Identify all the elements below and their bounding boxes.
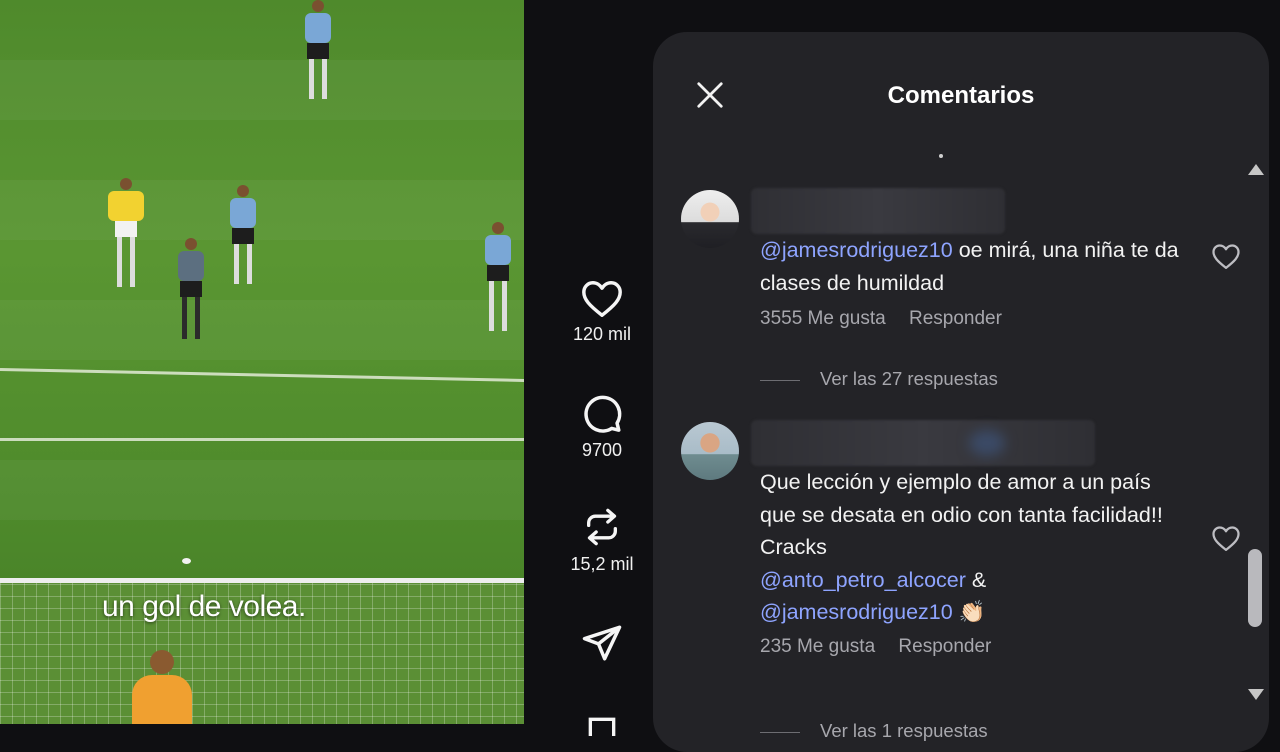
avatar[interactable] bbox=[681, 190, 739, 248]
comment-button[interactable]: 9700 bbox=[540, 392, 664, 461]
field-stripe bbox=[0, 460, 524, 520]
video-player[interactable]: un gol de volea. bbox=[0, 0, 524, 724]
scrollbar-thumb[interactable] bbox=[1248, 549, 1262, 627]
pitch-line bbox=[0, 368, 524, 383]
ball bbox=[182, 558, 191, 564]
comment-icon bbox=[584, 395, 622, 433]
share-button[interactable] bbox=[540, 622, 664, 664]
send-icon bbox=[582, 625, 622, 661]
goalkeeper bbox=[132, 650, 192, 724]
mention-link[interactable]: @jamesrodriguez10 bbox=[760, 238, 953, 262]
player bbox=[305, 0, 331, 99]
scroll-up-arrow-icon[interactable] bbox=[1248, 164, 1264, 175]
comment-meta: 3555 Me gusta Responder bbox=[760, 308, 1020, 330]
mention-link[interactable]: @jamesrodriguez10 bbox=[760, 600, 953, 624]
view-replies-button[interactable]: Ver las 1 respuestas bbox=[760, 720, 988, 742]
like-button[interactable]: 120 mil bbox=[540, 278, 664, 345]
view-replies-button[interactable]: Ver las 27 respuestas bbox=[760, 368, 998, 390]
divider-dot bbox=[939, 154, 943, 158]
comment-like-button[interactable] bbox=[1211, 242, 1241, 270]
scrollbar[interactable] bbox=[1245, 154, 1267, 710]
heart-icon bbox=[1212, 244, 1240, 269]
clap-emoji: 👏🏻 bbox=[952, 600, 986, 624]
like-count: 3555 Me gusta bbox=[760, 308, 886, 329]
repost-button[interactable]: 15,2 mil bbox=[540, 506, 664, 575]
comment-meta: 235 Me gusta Responder bbox=[760, 636, 1009, 658]
video-subtitle: un gol de volea. bbox=[102, 590, 306, 623]
repost-icon bbox=[587, 508, 617, 546]
heart-icon bbox=[582, 281, 622, 317]
comment-text: Que lección y ejemplo de amor a un país … bbox=[760, 470, 1163, 624]
username-blurred[interactable] bbox=[751, 420, 1095, 466]
like-count: 235 Me gusta bbox=[760, 636, 876, 657]
field-stripe bbox=[0, 60, 524, 120]
player bbox=[178, 238, 204, 339]
like-count: 120 mil bbox=[572, 324, 632, 344]
player bbox=[108, 178, 144, 287]
repost-count: 15,2 mil bbox=[570, 554, 634, 574]
field-stripe bbox=[0, 300, 524, 360]
player bbox=[230, 185, 256, 284]
comment-count: 9700 bbox=[581, 440, 623, 460]
heart-icon bbox=[1212, 526, 1240, 551]
comment-like-button[interactable] bbox=[1211, 524, 1241, 552]
player bbox=[485, 222, 511, 331]
avatar[interactable] bbox=[681, 422, 739, 480]
save-button[interactable] bbox=[540, 716, 664, 736]
mention-link[interactable]: @anto_petro_alcocer bbox=[760, 568, 966, 592]
panel-title: Comentarios bbox=[887, 82, 1035, 109]
field-stripe bbox=[0, 180, 524, 240]
username-blurred[interactable] bbox=[751, 188, 1005, 234]
comments-panel: Comentarios @jamesrodriguez10 oe mirá, u… bbox=[653, 32, 1269, 752]
reply-button[interactable]: Responder bbox=[909, 308, 1002, 329]
pitch-line bbox=[0, 438, 524, 441]
comment-text: @jamesrodriguez10 oe mirá, una niña te d… bbox=[760, 238, 1179, 295]
scroll-down-arrow-icon[interactable] bbox=[1248, 689, 1264, 700]
reply-button[interactable]: Responder bbox=[898, 636, 991, 657]
bookmark-icon bbox=[588, 717, 616, 736]
